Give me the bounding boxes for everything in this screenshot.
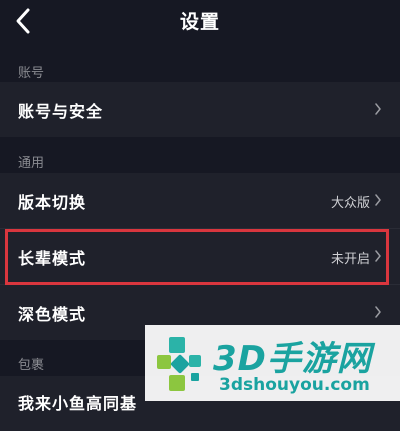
row-label: 版本切换 [18, 193, 87, 212]
settings-row-account-security[interactable]: 账号与安全 [0, 82, 400, 137]
row-label: 账号与安全 [18, 102, 104, 121]
row-value: 未开启 [330, 252, 370, 267]
watermark-brand: 3D手游网 [213, 339, 372, 379]
row-label: 长辈模式 [18, 249, 87, 268]
header: 设置 [0, 0, 400, 46]
settings-screen: 设置 账号 账号与安全 通用 版本切换 大众版 长辈模式 未开启 深色模式 包裹… [0, 0, 400, 431]
section-label-account: 账号 [18, 66, 45, 81]
watermark: 3D手游网 3dshouyou.com [145, 325, 400, 401]
row-label: 深色模式 [18, 305, 87, 324]
settings-row-elder-mode[interactable]: 长辈模式 未开启 [0, 229, 400, 284]
row-label: 我来小鱼高同基 [18, 394, 138, 413]
section-label-package: 包裹 [18, 358, 45, 373]
settings-row-version-switch[interactable]: 版本切换 大众版 [0, 173, 400, 228]
chevron-right-icon [375, 194, 381, 206]
page-title: 设置 [179, 11, 220, 33]
chevron-right-icon [375, 250, 381, 262]
row-value: 大众版 [330, 196, 370, 211]
chevron-right-icon [375, 306, 381, 318]
section-label-general: 通用 [18, 156, 45, 171]
chevron-right-icon [375, 103, 381, 115]
brand-logo-icon [157, 337, 201, 391]
watermark-url: 3dshouyou.com [219, 375, 370, 395]
